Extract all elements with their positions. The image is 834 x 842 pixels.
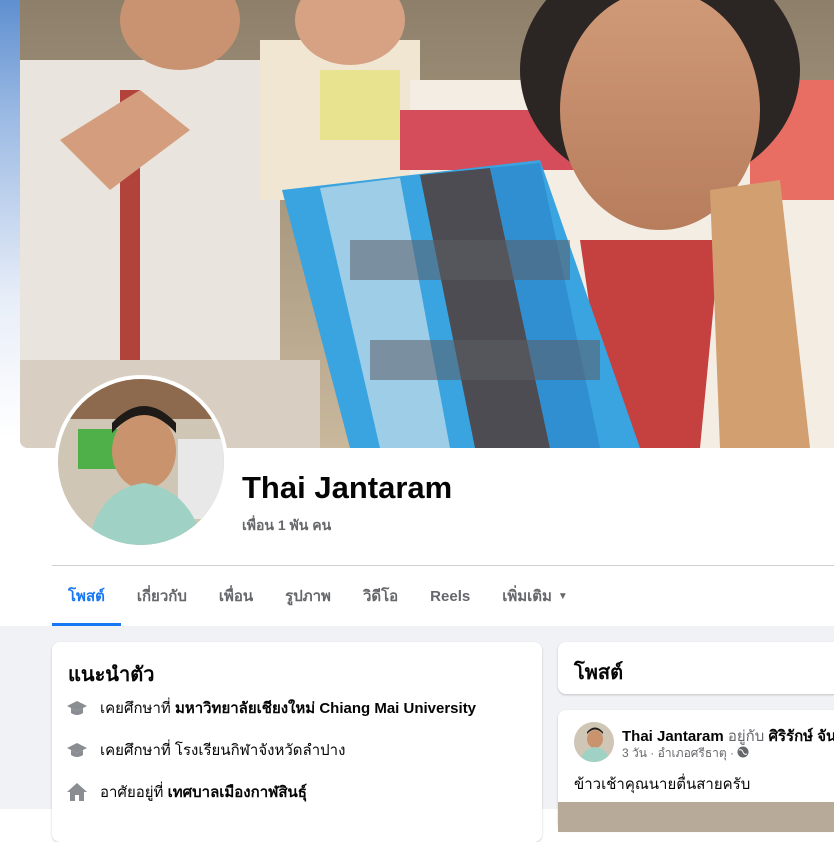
graduation-cap-icon: [66, 697, 88, 719]
profile-tabs: โพสต์ เกี่ยวกับ เพื่อน รูปภาพ วิดีโอ Ree…: [52, 566, 584, 626]
tab-about[interactable]: เกี่ยวกับ: [121, 566, 203, 626]
tab-friends[interactable]: เพื่อน: [203, 566, 269, 626]
profile-name: Thai Jantaram: [242, 470, 453, 505]
post-author-avatar[interactable]: [574, 722, 614, 762]
intro-item-education: เคยศึกษาที่ มหาวิทยาลัยเชียงใหม่ Chiang …: [66, 696, 476, 720]
tab-label: เพื่อน: [218, 588, 254, 605]
intro-card: แนะนำตัว เคยศึกษาที่ มหาวิทยาลัยเชียงใหม…: [52, 642, 542, 842]
home-icon: [66, 781, 88, 803]
post-timestamp[interactable]: 3 วัน · อำเภอศรีธาตุ ·: [622, 744, 734, 763]
post-tagged-user[interactable]: ศิริรักษ์ จันท: [768, 728, 834, 745]
posts-header-card: โพสต์: [558, 642, 834, 694]
globe-icon: [737, 746, 749, 761]
intro-title: แนะนำตัว: [68, 664, 155, 686]
caret-down-icon: ▼: [557, 590, 568, 602]
tab-label: รูปภาพ: [285, 588, 331, 605]
profile-avatar[interactable]: [58, 379, 224, 545]
post-meta: 3 วัน · อำเภอศรีธาตุ ·: [622, 744, 749, 763]
intro-item-lives: อาศัยอยู่ที่ เทศบาลเมืองกาฬสินธุ์: [66, 780, 307, 804]
intro-item-education: เคยศึกษาที่ โรงเรียนกิฬาจังหวัดลำปาง: [66, 738, 345, 762]
intro-item-prefix: เคยศึกษาที่ โรงเรียนกิฬาจังหวัดลำปาง: [100, 742, 346, 759]
tab-label: Reels: [430, 587, 471, 605]
post-card: Thai Jantaram อยู่กับ ศิริรักษ์ จันท 3 ว…: [558, 710, 834, 832]
tab-videos[interactable]: วิดีโอ: [347, 566, 414, 626]
tab-more[interactable]: เพิ่มเติม ▼: [486, 566, 584, 626]
intro-item-value[interactable]: มหาวิทยาลัยเชียงใหม่ Chiang Mai Universi…: [175, 696, 476, 720]
post-author[interactable]: Thai Jantaram: [622, 728, 724, 745]
tab-label: โพสต์: [68, 588, 105, 605]
post-text: ข้าวเช้าคุณนายตื่นสายครับ: [574, 776, 751, 793]
tab-label: เพิ่มเติม: [502, 588, 552, 605]
post-image[interactable]: [558, 802, 834, 832]
posts-title: โพสต์: [574, 662, 624, 684]
tab-label: เกี่ยวกับ: [136, 588, 187, 605]
post-with-text: อยู่กับ: [723, 728, 769, 745]
intro-item-value[interactable]: เทศบาลเมืองกาฬสินธุ์: [168, 780, 307, 804]
intro-item-prefix: อาศัยอยู่ที่: [100, 784, 164, 801]
tab-label: วิดีโอ: [362, 588, 399, 605]
tab-photos[interactable]: รูปภาพ: [269, 566, 347, 626]
friends-count[interactable]: เพื่อน 1 พัน คน: [242, 515, 331, 537]
graduation-cap-icon: [66, 739, 88, 761]
tab-posts[interactable]: โพสต์: [52, 566, 121, 626]
intro-item-prefix: เคยศึกษาที่: [100, 700, 171, 717]
tab-reels[interactable]: Reels: [414, 566, 486, 626]
